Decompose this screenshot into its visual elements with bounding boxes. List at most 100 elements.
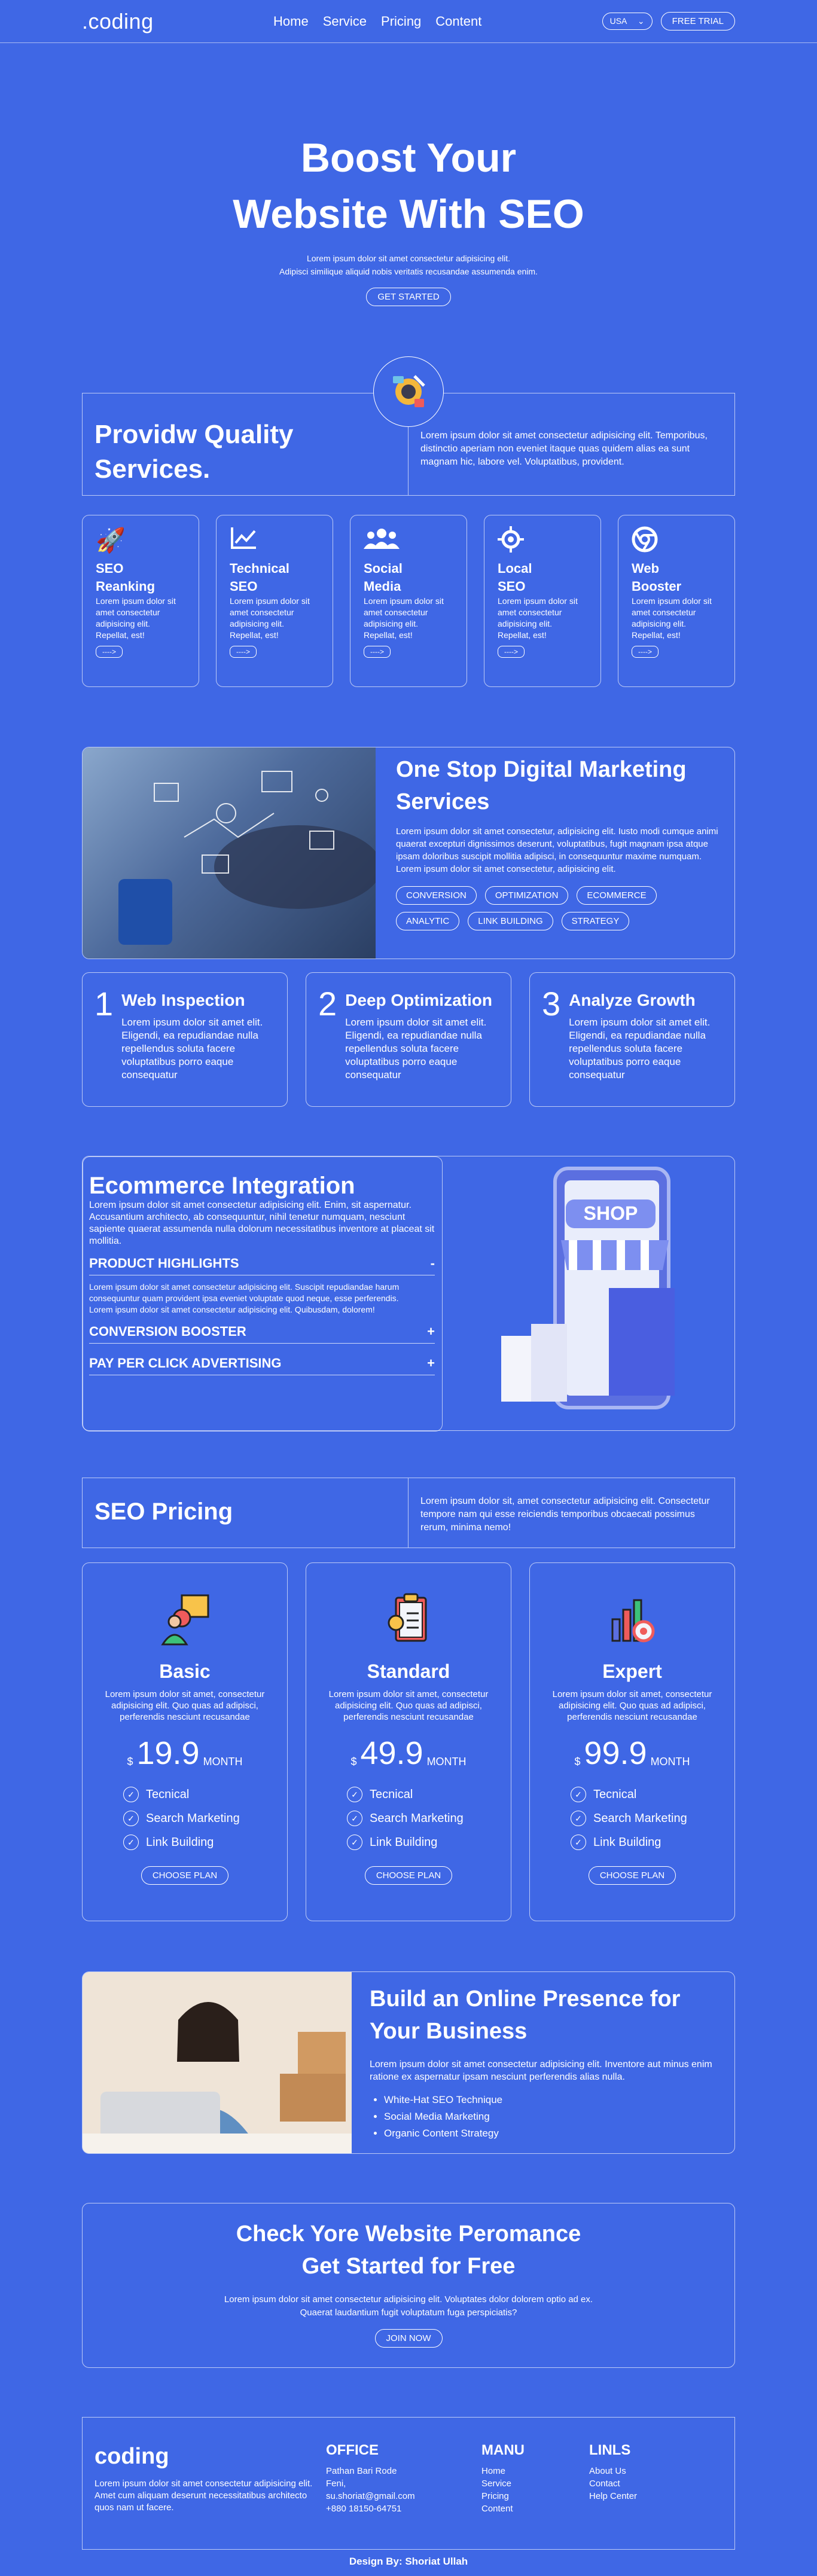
tag-optimization[interactable]: OPTIMIZATION xyxy=(484,886,569,905)
check-icon: ✓ xyxy=(123,1787,139,1802)
list-item: White-Hat SEO Technique xyxy=(384,2092,717,2108)
step-number: 1 xyxy=(94,985,114,1023)
plan-basic: Basic Lorem ipsum dolor sit amet, consec… xyxy=(82,1562,288,1921)
clipboard-award-icon xyxy=(306,1592,511,1649)
footer-link-about[interactable]: About Us xyxy=(589,2465,637,2477)
footer-office: OFFICE Pathan Bari Rode Feni, su.shoriat… xyxy=(326,2442,481,2549)
footer-links: LINLS About Us Contact Help Center xyxy=(589,2443,637,2549)
logo[interactable]: .coding xyxy=(82,9,154,34)
footer-heading: OFFICE xyxy=(326,2442,379,2458)
service-card-seo[interactable]: 🚀 SEO Reanking Lorem ipsum dolor sit amet… xyxy=(82,515,199,687)
office-email[interactable]: su.shoriat@gmail.com xyxy=(326,2490,481,2502)
feature-label: Tecnical xyxy=(146,1788,190,1801)
plan-price: 19.9 xyxy=(136,1735,200,1771)
feature-item: ✓ Tecnical xyxy=(123,1783,287,1806)
step-title: Web Inspection xyxy=(121,991,245,1009)
tag-ecommerce[interactable]: ECOMMERCE xyxy=(577,886,657,905)
chrome-icon xyxy=(632,526,721,555)
bar-chart-target-icon xyxy=(530,1592,734,1649)
step-card: 3 Analyze Growth Lorem ipsum dolor sit am… xyxy=(529,972,735,1107)
office-phone[interactable]: +880 18150-64751 xyxy=(326,2502,481,2515)
card-arrow-button[interactable]: ----> xyxy=(230,646,257,658)
card-title: Technical xyxy=(230,561,289,576)
nav-link-pricing[interactable]: Pricing xyxy=(381,14,421,29)
tag-link-building[interactable]: LINK BUILDING xyxy=(468,912,553,930)
nav-link-service[interactable]: Service xyxy=(323,14,367,29)
plan-expert: Expert Lorem ipsum dolor sit amet, conse… xyxy=(529,1562,735,1921)
feature-label: Tecnical xyxy=(593,1788,637,1801)
minus-icon: - xyxy=(430,1256,435,1271)
accordion-product-highlights[interactable]: PRODUCT HIGHLIGHTS - xyxy=(89,1256,435,1275)
choose-plan-button[interactable]: CHOOSE PLAN xyxy=(364,1866,453,1885)
choose-plan-button[interactable]: CHOOSE PLAN xyxy=(141,1866,229,1885)
tag-conversion[interactable]: CONVERSION xyxy=(396,886,477,905)
card-arrow-button[interactable]: ----> xyxy=(498,646,525,658)
service-card-technical[interactable]: Technical SEO Lorem ipsum dolor sit amet … xyxy=(216,515,333,687)
footer-link-pricing[interactable]: Pricing xyxy=(481,2490,589,2502)
country-select[interactable]: USA ⌄ xyxy=(602,13,653,30)
feature-item: ✓ Search Marketing xyxy=(123,1806,287,1830)
plan-standard: Standard Lorem ipsum dolor sit amet, con… xyxy=(306,1562,511,1921)
check-icon: ✓ xyxy=(347,1835,362,1850)
accordion-label: PAY PER CLICK ADVERTISING xyxy=(89,1356,282,1371)
card-text: Lorem ipsum dolor sit amet consectetur a… xyxy=(230,596,310,640)
card-title: SEO xyxy=(96,561,124,576)
step-number: 2 xyxy=(318,985,337,1023)
check-icon: ✓ xyxy=(571,1835,586,1850)
footer-logo[interactable]: coding xyxy=(94,2444,326,2470)
step-text: Lorem ipsum dolor sit amet elit. Eligend… xyxy=(121,1017,263,1081)
card-title: Local xyxy=(498,561,532,576)
footer-link-home[interactable]: Home xyxy=(481,2465,589,2477)
process-steps: 1 Web Inspection Lorem ipsum dolor sit am… xyxy=(82,972,735,1107)
accordion-conversion-booster[interactable]: CONVERSION BOOSTER + xyxy=(89,1324,435,1344)
plus-icon: + xyxy=(427,1324,435,1339)
phone-shop-illustration: SHOP xyxy=(495,1162,711,1420)
plan-price: 49.9 xyxy=(360,1735,423,1771)
card-title: Booster xyxy=(632,579,682,594)
accordion-content: Lorem ipsum dolor sit amet consectetur a… xyxy=(89,1282,400,1314)
feature-label: Link Building xyxy=(370,1836,438,1849)
pricing-text: Lorem ipsum dolor sit, amet consectetur … xyxy=(420,1496,710,1533)
service-card-web[interactable]: Web Booster Lorem ipsum dolor sit amet co… xyxy=(618,515,735,687)
card-title: SEO xyxy=(498,579,526,594)
nav-link-content[interactable]: Content xyxy=(435,14,481,29)
card-title: Reanking xyxy=(96,579,156,594)
card-arrow-button[interactable]: ----> xyxy=(96,646,123,658)
footer-menu: MANU Home Service Pricing Content xyxy=(481,2443,589,2549)
period: MONTH xyxy=(426,1756,467,1768)
footer-link-help[interactable]: Help Center xyxy=(589,2490,637,2502)
step-number: 3 xyxy=(542,985,561,1023)
nav-link-home[interactable]: Home xyxy=(273,14,309,29)
card-title: Media xyxy=(364,579,401,594)
accordion-ppc[interactable]: PAY PER CLICK ADVERTISING + xyxy=(89,1356,435,1375)
service-card-local[interactable]: Local SEO Lorem ipsum dolor sit amet cons… xyxy=(484,515,601,687)
feature-item: ✓ Tecnical xyxy=(571,1783,734,1806)
join-now-button[interactable]: JOIN NOW xyxy=(374,2329,443,2348)
footer-link-content[interactable]: Content xyxy=(481,2502,589,2515)
plan-name: Standard xyxy=(367,1661,450,1682)
step-text: Lorem ipsum dolor sit amet elit. Eligend… xyxy=(345,1017,487,1081)
feature-item: ✓ Tecnical xyxy=(347,1783,511,1806)
card-title: SEO xyxy=(230,579,258,594)
footer-link-contact[interactable]: Contact xyxy=(589,2477,637,2490)
tag-analytic[interactable]: ANALYTIC xyxy=(396,912,460,930)
choose-plan-button[interactable]: CHOOSE PLAN xyxy=(588,1866,676,1885)
free-trial-button[interactable]: FREE TRIAL xyxy=(660,12,735,30)
step-title: Analyze Growth xyxy=(569,991,696,1009)
card-arrow-button[interactable]: ----> xyxy=(632,646,659,658)
feature-item: ✓ Link Building xyxy=(123,1830,287,1854)
card-title: Web xyxy=(632,561,660,576)
feature-label: Link Building xyxy=(593,1836,661,1849)
get-started-button[interactable]: GET STARTED xyxy=(366,288,451,306)
tag-strategy[interactable]: STRATEGY xyxy=(561,912,630,930)
feature-label: Search Marketing xyxy=(370,1812,464,1825)
cta-section: Check Yore Website Peromance Get Started… xyxy=(82,2203,735,2368)
services-header: Providw Quality Services. Lorem ipsum do… xyxy=(82,356,735,496)
ecommerce-section: Ecommerce Integration Lorem ipsum dolor … xyxy=(82,1156,735,1432)
rocket-icon: 🚀 xyxy=(96,527,126,554)
card-title: Social xyxy=(364,561,403,576)
feature-item: ✓ Search Marketing xyxy=(571,1806,734,1830)
card-arrow-button[interactable]: ----> xyxy=(364,646,391,658)
footer-link-service[interactable]: Service xyxy=(481,2477,589,2490)
service-card-social[interactable]: Social Media Lorem ipsum dolor sit amet c… xyxy=(350,515,467,687)
